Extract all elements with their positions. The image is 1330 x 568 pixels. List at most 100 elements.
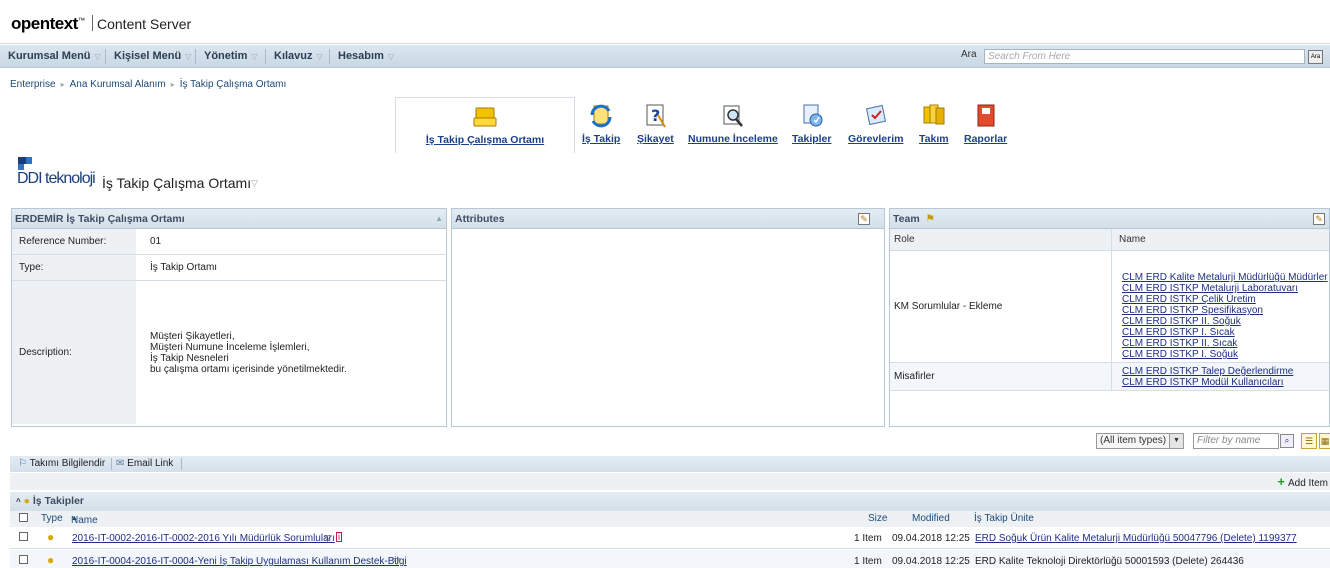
tab-takipler[interactable]: Takipler [792,97,832,145]
search-button[interactable]: Ara [1308,50,1323,64]
item-name-link[interactable]: 2016-IT-0002-2016-IT-0002-2016 Yılı Müdü… [72,533,335,544]
folder-icon [473,107,497,127]
info-icon[interactable]: i [336,532,342,542]
description-label: Description: [12,281,136,424]
menu-label: Hesabım [338,50,384,62]
team-panel-header: Team ⚑ ✎ [890,209,1329,229]
row-checkbox[interactable] [19,555,28,564]
tab-raporlar[interactable]: Raporlar [964,97,1007,145]
name-column-header: Name [1119,234,1146,245]
menu-divider [195,49,196,64]
tab-sikayet[interactable]: ? Şikayet [637,97,674,145]
menu-kilavuz[interactable]: Kılavuz ▽ [274,50,323,62]
item-name-link[interactable]: 2016-IT-0004-2016-IT-0004-Yeni İş Takip … [72,556,407,567]
team-members: CLM ERD Kalite Metalurji Müdürlüğü Müdür… [1112,251,1329,362]
team-role: Misafirler [890,363,1112,390]
grid-view-icon[interactable]: ▦ [1319,433,1330,449]
team-member-link[interactable]: CLM ERD ISTKP I. Soğuk [1122,349,1329,360]
action-divider [111,458,112,470]
team-member-link[interactable]: CLM ERD ISTKP Talep Değerlendirme [1122,366,1329,377]
team-users-icon: ⚑ [925,213,935,225]
menu-yonetim[interactable]: Yönetim ▽ [204,50,258,62]
tab-calisma-ortami[interactable]: İş Takip Çalışma Ortamı [395,97,575,153]
edit-icon[interactable]: ✎ [858,213,870,225]
tab-label: İş Takip [582,133,621,145]
tab-takim[interactable]: Takım [919,97,949,145]
chevron-down-icon: ▽ [387,52,395,61]
collapse-icon[interactable]: ^ [16,497,21,506]
chevron-down-icon[interactable]: ▽ [251,178,258,189]
tab-numune-inceleme[interactable]: Numune İnceleme [688,97,778,145]
edit-icon[interactable]: ✎ [1313,213,1325,225]
notify-team-button[interactable]: ⚐ Takımı Bilgilendir [18,458,105,469]
filter-search-icon[interactable]: ⌕ [1280,434,1294,448]
menu-divider [329,49,330,64]
workspace-title: İş Takip Çalışma Ortamı [102,175,252,191]
team-member-link[interactable]: CLM ERD ISTKP Spesifikasyon [1122,305,1329,316]
team-member-link[interactable]: CLM ERD ISTKP Metalurji Laboratuvarı [1122,283,1329,294]
team-role: KM Sorumlular - Ekleme [890,251,1112,362]
menu-kurumsal[interactable]: Kurumsal Menü ▽ [8,50,101,62]
team-member-link[interactable]: CLM ERD ISTKP I. Sıcak [1122,327,1329,338]
role-column-header: Role [890,229,1112,250]
list-view-icon[interactable]: ☰ [1301,433,1317,449]
company-logo-text: DDI teknoloji [17,170,96,187]
search-input[interactable]: Search From Here [984,49,1305,64]
item-unit-link[interactable]: ERD Soğuk Ürün Kalite Metalurji Müdürlüğ… [975,533,1297,544]
team-member-link[interactable]: CLM ERD ISTKP II. Sıcak [1122,338,1329,349]
table-row: ● 2016-IT-0002-2016-IT-0002-2016 Yılı Mü… [10,527,1330,549]
tab-gorevlerim[interactable]: Görevlerim [848,97,903,145]
modified-column-header[interactable]: Modified [912,513,950,524]
size-column-header[interactable]: Size [868,513,887,524]
tab-label: Numune İnceleme [688,133,778,145]
tab-is-takip[interactable]: İş Takip [582,97,620,145]
reference-label: Reference Number: [12,229,136,254]
breadcrumb-separator-icon: ▸ [170,80,175,89]
team-row: Misafirler CLM ERD ISTKP Talep Değerlend… [890,363,1329,391]
plus-icon: + [1277,474,1285,489]
menu-hesabim[interactable]: Hesabım ▽ [338,50,394,62]
team-member-link[interactable]: CLM ERD Kalite Metalurji Müdürlüğü Müdür… [1122,272,1329,283]
add-item-bar: + Add Item [10,473,1330,490]
chevron-down-icon: ▼ [1169,434,1183,448]
select-all-checkbox[interactable] [19,513,28,522]
attributes-panel-header: Attributes ✎ [452,209,884,229]
tab-label: Görevlerim [848,133,904,145]
menu-kisisel[interactable]: Kişisel Menü ▽ [114,50,191,62]
item-type-filter[interactable]: (All item types) ▼ [1096,433,1184,449]
item-menu-chevron-icon[interactable]: ▽ [324,533,331,544]
email-icon: ✉ [116,458,125,469]
item-menu-chevron-icon[interactable]: ▽ [393,556,400,567]
row-checkbox[interactable] [19,532,28,541]
add-item-button[interactable]: + Add Item [1277,474,1328,489]
unit-column-header[interactable]: İş Takip Ünite [974,513,1034,524]
brand-divider [92,15,93,31]
description-row: Description: Müşteri Şikayetleri, Müşter… [12,281,446,424]
info-panel-header: ERDEMİR İş Takip Çalışma Ortamı ▲ [12,209,446,229]
type-column-header[interactable]: Type [41,513,63,524]
menu-label: Yönetim [204,50,248,62]
attributes-panel: Attributes ✎ [451,208,885,427]
group-title: İş Takipler [32,495,85,507]
workspace-item-icon: ● [47,530,55,544]
email-link-button[interactable]: ✉ Email Link [116,458,173,469]
team-panel: Team ⚑ ✎ Role Name KM Sorumlular - Eklem… [889,208,1330,427]
collapse-icon[interactable]: ▲ [435,209,443,229]
menu-label: Kılavuz [274,50,313,62]
chevron-down-icon: ▽ [251,52,258,61]
tab-label: Şikayet [637,133,674,145]
team-member-link[interactable]: CLM ERD ISTKP Çelik Üretim [1122,294,1329,305]
team-member-link[interactable]: CLM ERD ISTKP Modül Kullanıcıları [1122,377,1329,388]
breadcrumb-item[interactable]: İş Takip Çalışma Ortamı [180,79,287,90]
description-line: Müşteri Numune İnceleme İşlemleri, [150,342,310,353]
sort-asc-icon: ▲ [71,515,78,522]
breadcrumb-item[interactable]: Enterprise [10,79,56,90]
item-size: 1 Item [854,556,882,567]
team-column-headers: Role Name [890,229,1329,251]
notify-label: Takımı Bilgilendir [29,458,106,469]
team-member-link[interactable]: CLM ERD ISTKP II. Soğuk [1122,316,1329,327]
description-value: Müşteri Şikayetleri, Müşteri Numune İnce… [136,281,446,424]
filter-name-input[interactable]: Filter by name [1193,433,1279,449]
breadcrumb-item[interactable]: Ana Kurumsal Alanım [70,79,166,90]
notify-icon: ⚐ [18,458,27,469]
